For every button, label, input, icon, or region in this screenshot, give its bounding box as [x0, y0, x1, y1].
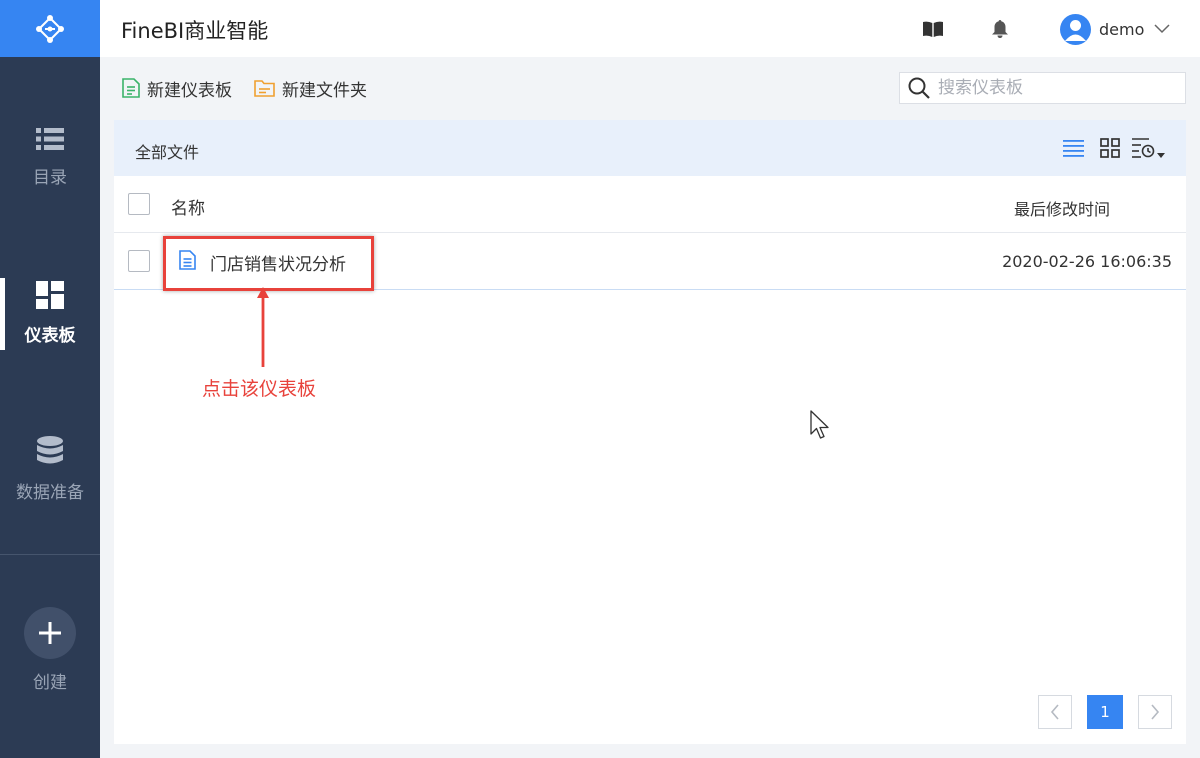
sidebar-item-dashboard[interactable]: 仪表板	[0, 258, 100, 368]
notifications-button[interactable]	[989, 18, 1011, 40]
sidebar-item-label: 数据准备	[16, 482, 84, 503]
sidebar-item-label: 目录	[33, 167, 67, 188]
logo-icon	[36, 14, 64, 43]
database-icon	[37, 435, 63, 463]
app-logo[interactable]	[0, 0, 100, 57]
file-modified-time: 2020-02-26 16:06:35	[1002, 252, 1172, 271]
book-icon	[923, 21, 943, 37]
dashboard-icon	[36, 280, 64, 309]
new-folder-button[interactable]: 新建文件夹	[254, 76, 367, 101]
new-folder-label: 新建文件夹	[282, 80, 367, 101]
prev-page-button[interactable]	[1038, 695, 1072, 729]
sidebar-item-catalog[interactable]: 目录	[0, 102, 100, 212]
search-icon	[908, 77, 930, 99]
new-dashboard-icon	[122, 78, 140, 98]
annotation-arrow-icon	[257, 287, 269, 367]
column-header-name: 名称	[171, 199, 205, 219]
sort-time-icon	[1132, 138, 1165, 158]
list-view-icon	[1063, 140, 1084, 157]
next-page-button[interactable]	[1138, 695, 1172, 729]
sort-by-time-button[interactable]	[1131, 136, 1169, 160]
page-number-current[interactable]: 1	[1087, 695, 1123, 729]
user-icon	[1065, 19, 1086, 41]
bell-icon	[992, 20, 1008, 38]
search-input[interactable]	[938, 78, 1168, 98]
search-box	[899, 72, 1186, 104]
new-dashboard-button[interactable]: 新建仪表板	[122, 76, 232, 101]
panel-header: 全部文件	[114, 120, 1186, 176]
user-menu[interactable]: demo	[1060, 12, 1170, 46]
create-label: 创建	[33, 673, 67, 693]
username: demo	[1099, 19, 1145, 39]
folder-icon	[254, 80, 275, 97]
mouse-cursor-icon	[810, 410, 829, 439]
list-icon	[36, 127, 64, 150]
chevron-down-icon	[1154, 24, 1170, 34]
sidebar-divider	[0, 554, 100, 555]
create-button[interactable]	[24, 607, 76, 659]
top-header: FineBI商业智能 demo	[100, 0, 1200, 57]
list-view-button[interactable]	[1063, 136, 1084, 160]
table-header: 名称 最后修改时间	[114, 176, 1186, 233]
select-all-checkbox[interactable]	[128, 193, 150, 215]
sidebar: 目录 仪表板 数据准备 创建	[0, 0, 100, 758]
app-title: FineBI商业智能	[121, 19, 269, 43]
file-panel: 全部文件 名称 最后修改时间 门店销售状况分析 2020-02-26 16:06…	[114, 120, 1186, 744]
annotation-highlight-box	[163, 236, 374, 291]
sidebar-item-data-prep[interactable]: 数据准备	[0, 414, 100, 524]
breadcrumb: 全部文件	[135, 143, 200, 162]
row-checkbox[interactable]	[128, 250, 150, 272]
help-docs-button[interactable]	[922, 18, 944, 40]
column-header-modified: 最后修改时间	[1013, 200, 1110, 219]
plus-icon	[39, 622, 61, 644]
chevron-left-icon	[1050, 704, 1059, 720]
annotation-text: 点击该仪表板	[202, 378, 317, 400]
new-dashboard-label: 新建仪表板	[147, 80, 232, 101]
grid-view-button[interactable]	[1100, 136, 1120, 160]
grid-view-icon	[1100, 138, 1120, 158]
avatar	[1060, 13, 1091, 45]
chevron-right-icon	[1151, 704, 1160, 720]
sidebar-item-label: 仪表板	[24, 325, 76, 346]
